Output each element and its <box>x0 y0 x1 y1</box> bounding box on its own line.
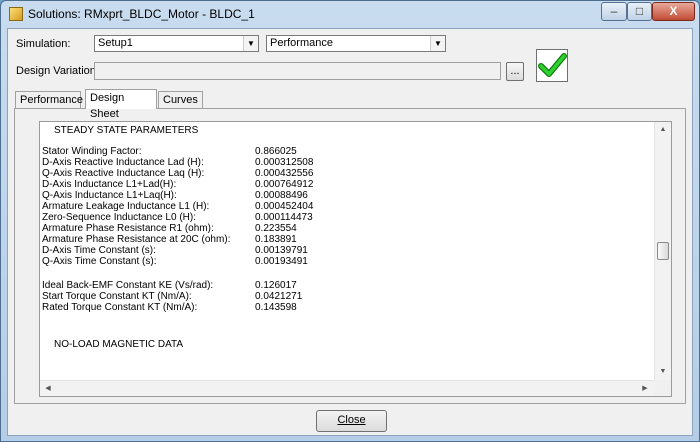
tab-design-sheet[interactable]: Design Sheet <box>85 89 157 120</box>
close-window-button[interactable]: X <box>652 2 695 21</box>
scroll-down-icon[interactable]: ▼ <box>655 364 671 380</box>
solutions-window: Solutions: RMxprt_BLDC_Motor - BLDC_1 – … <box>0 0 700 442</box>
param-name: Start Torque Constant KT (Nm/A): <box>42 291 192 302</box>
param-name: D-Axis Inductance L1+Lad(H): <box>42 179 177 190</box>
param-name: D-Axis Time Constant (s): <box>42 245 156 256</box>
chevron-down-icon[interactable]: ▼ <box>430 36 445 51</box>
tab-performance[interactable]: Performance <box>15 91 83 108</box>
horizontal-scrollbar[interactable]: ◀ ▶ <box>40 380 654 396</box>
param-name: D-Axis Reactive Inductance Lad (H): <box>42 157 204 168</box>
no-load-heading: NO-LOAD MAGNETIC DATA <box>54 339 184 350</box>
scroll-left-icon[interactable]: ◀ <box>40 381 56 396</box>
param-value: 0.126017 <box>255 280 297 291</box>
param-name: Q-Axis Time Constant (s): <box>42 256 157 267</box>
design-variation-label: Design Variation: <box>16 65 99 77</box>
param-name: Q-Axis Reactive Inductance Laq (H): <box>42 168 205 179</box>
param-name: Armature Leakage Inductance L1 (H): <box>42 201 210 212</box>
scroll-right-icon[interactable]: ▶ <box>637 381 653 396</box>
title-bar[interactable]: Solutions: RMxprt_BLDC_Motor - BLDC_1 – … <box>1 1 699 27</box>
design-variation-field[interactable] <box>94 62 501 80</box>
param-value: 0.000312508 <box>255 157 314 168</box>
param-name: Ideal Back-EMF Constant KE (Vs/rad): <box>42 280 214 291</box>
steady-state-heading: STEADY STATE PARAMETERS <box>54 125 199 136</box>
param-value: 0.0421271 <box>255 291 303 302</box>
maximize-button[interactable]: □ <box>627 2 652 21</box>
param-name: Armature Phase Resistance at 20C (ohm): <box>42 234 231 245</box>
param-value: 0.866025 <box>255 146 297 157</box>
param-value: 0.000432556 <box>255 168 314 179</box>
solution-type-value: Performance <box>270 37 333 49</box>
param-name: Rated Torque Constant KT (Nm/A): <box>42 302 198 313</box>
param-value: 0.000452404 <box>255 201 314 212</box>
param-value: 0.183891 <box>255 234 297 245</box>
param-name: Stator Winding Factor: <box>42 146 142 157</box>
param-value: 0.143598 <box>255 302 297 313</box>
param-value: 0.00139791 <box>255 245 308 256</box>
vertical-scroll-thumb[interactable] <box>657 242 669 260</box>
vertical-scrollbar[interactable]: ▲ ▼ <box>654 122 671 380</box>
param-name: Armature Phase Resistance R1 (ohm): <box>42 223 214 234</box>
app-icon <box>9 7 23 21</box>
design-sheet-document[interactable]: STEADY STATE PARAMETERS Stator Winding F… <box>39 121 672 397</box>
design-sheet-content: STEADY STATE PARAMETERS Stator Winding F… <box>41 122 652 380</box>
chevron-down-icon[interactable]: ▼ <box>243 36 258 51</box>
design-variation-browse-button[interactable]: ... <box>506 62 524 81</box>
param-value: 0.00193491 <box>255 256 308 267</box>
param-value: 0.000764912 <box>255 179 314 190</box>
design-sheet-panel: STEADY STATE PARAMETERS Stator Winding F… <box>14 108 686 404</box>
minimize-button[interactable]: – <box>601 2 627 21</box>
param-value: 0.000114473 <box>255 212 313 223</box>
param-value: 0.223554 <box>255 223 297 234</box>
tab-curves[interactable]: Curves <box>158 91 203 108</box>
scrollbar-corner <box>654 380 671 396</box>
simulation-select[interactable]: Setup1 ▼ <box>94 35 259 52</box>
solution-type-select[interactable]: Performance ▼ <box>266 35 446 52</box>
window-title: Solutions: RMxprt_BLDC_Motor - BLDC_1 <box>28 7 255 21</box>
close-button-label: Close <box>337 414 366 426</box>
checkmark-icon <box>538 53 567 77</box>
close-button[interactable]: Close <box>316 410 387 432</box>
simulation-label: Simulation: <box>16 38 71 50</box>
dialog-body: Simulation: Setup1 ▼ Performance ▼ Desig… <box>7 28 693 436</box>
scroll-up-icon[interactable]: ▲ <box>655 122 671 138</box>
simulation-select-value: Setup1 <box>98 37 133 49</box>
param-value: 0.00088496 <box>255 190 308 201</box>
param-name: Zero-Sequence Inductance L0 (H): <box>42 212 196 223</box>
status-indicator <box>536 49 568 82</box>
param-name: Q-Axis Inductance L1+Laq(H): <box>42 190 177 201</box>
